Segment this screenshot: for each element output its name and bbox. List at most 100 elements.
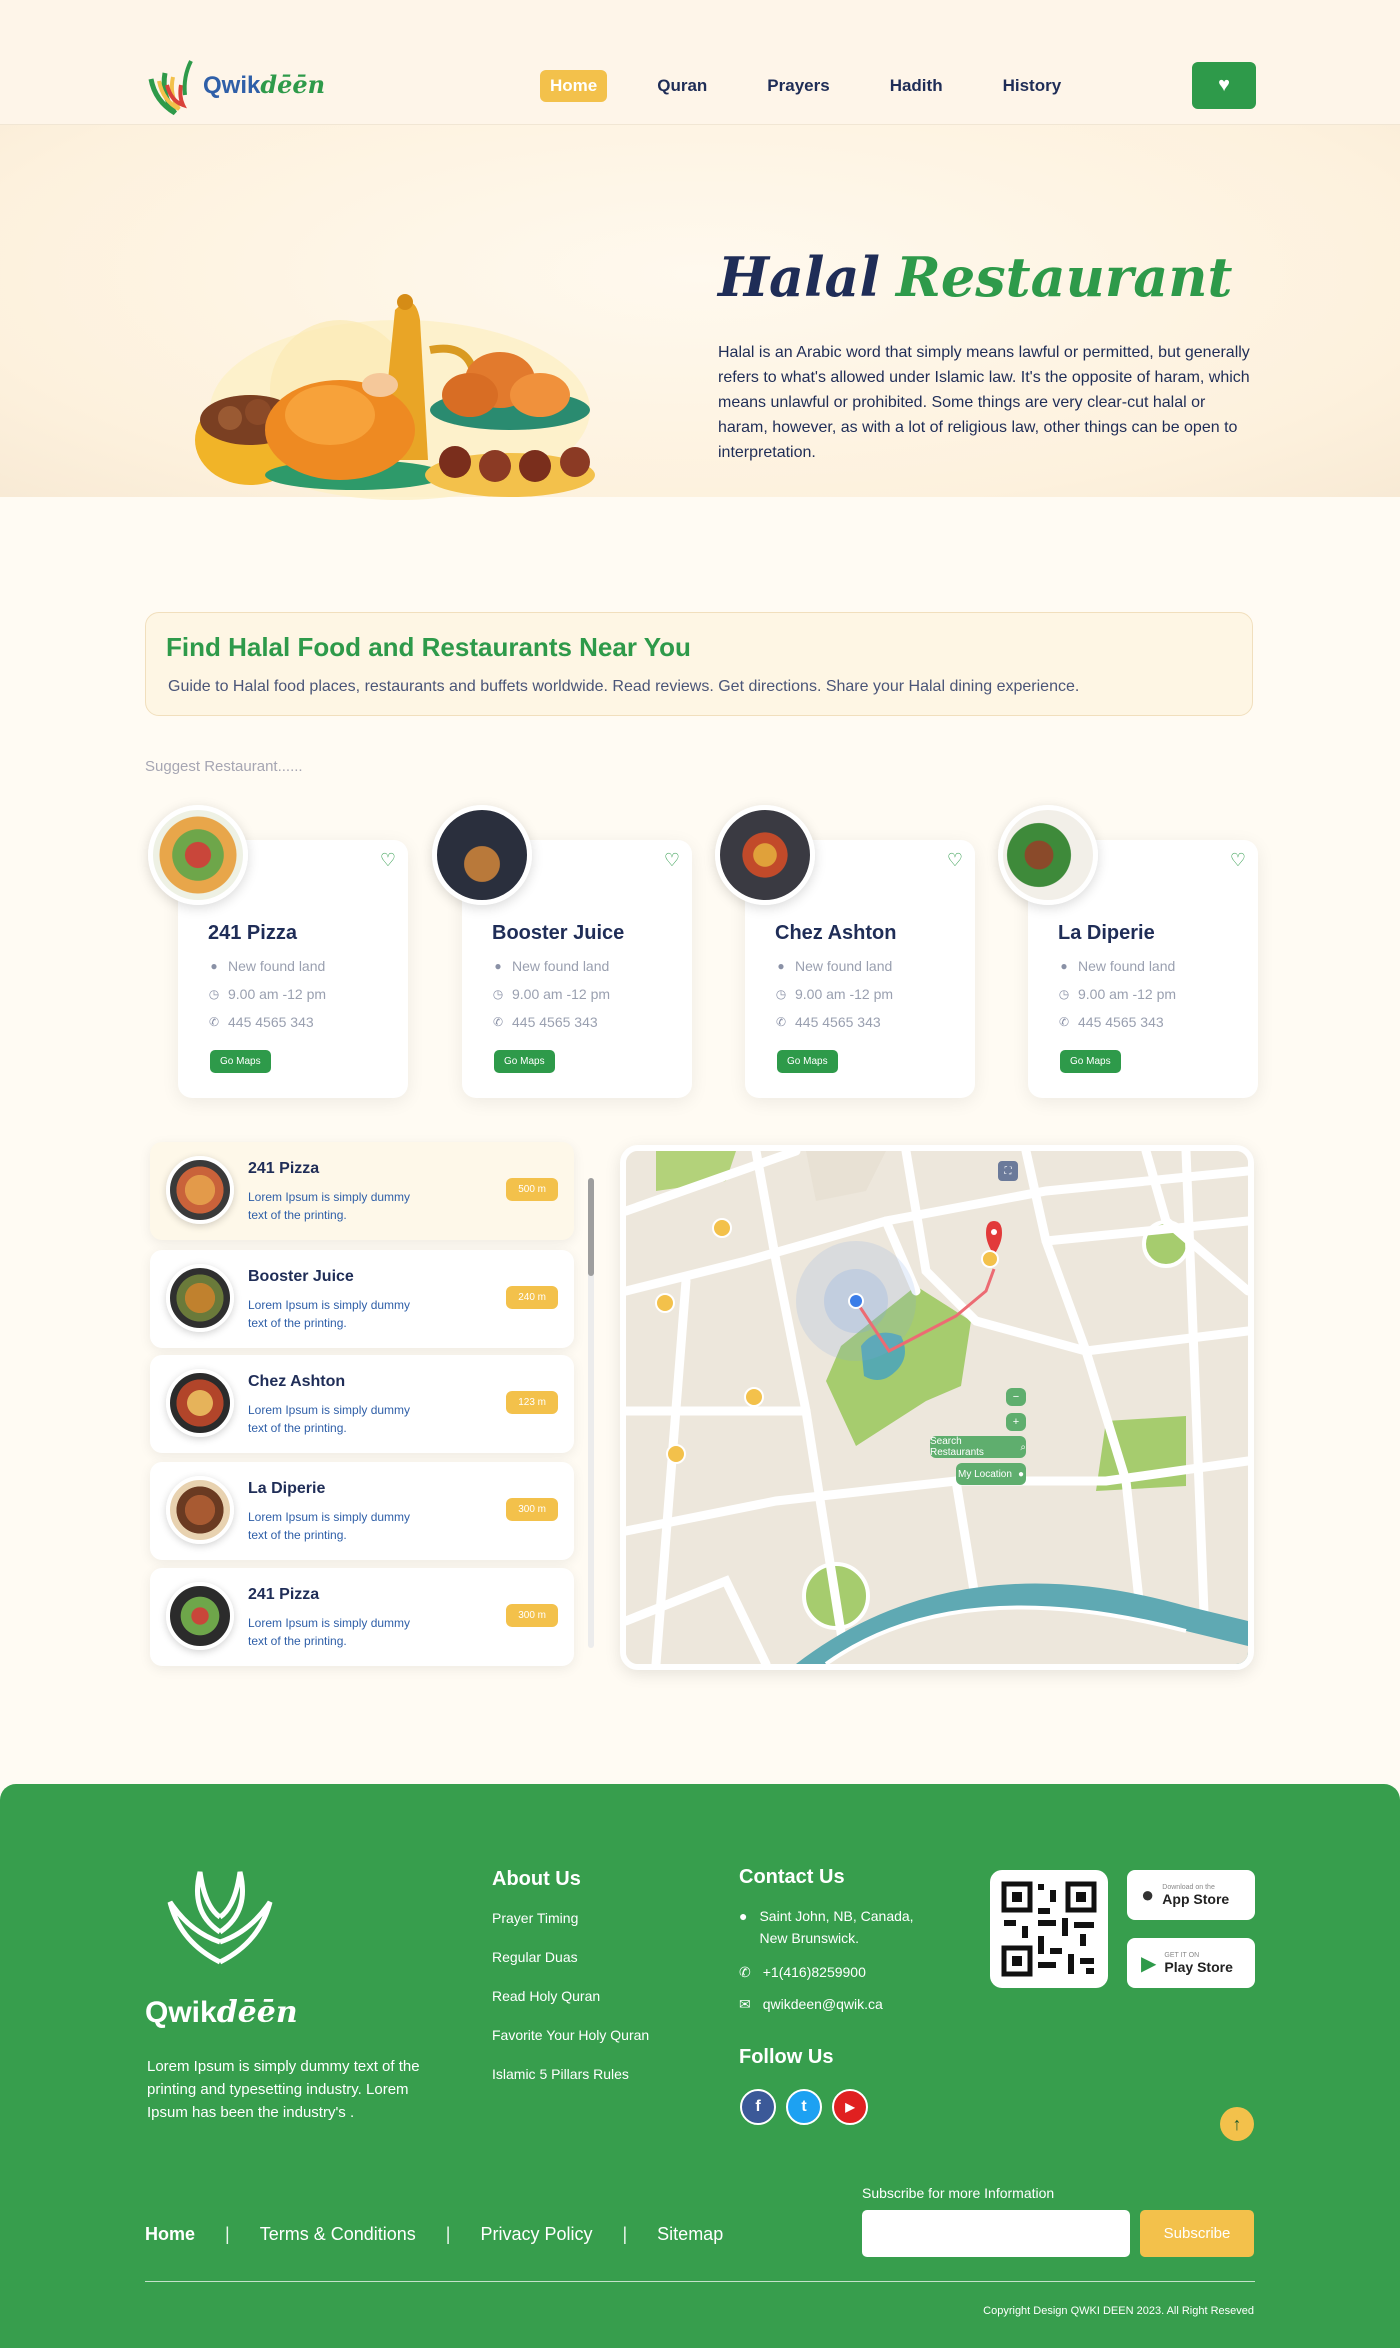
footer-nav-privacy[interactable]: Privacy Policy: [480, 2224, 592, 2245]
twitter-icon[interactable]: t: [786, 2089, 822, 2125]
favorites-button[interactable]: ♥: [1192, 62, 1256, 109]
contact-address-text: Saint John, NB, Canada, New Brunswick.: [759, 1908, 914, 1946]
card-phone: ✆ 445 4565 343: [208, 1014, 314, 1030]
nav-home[interactable]: Home: [540, 70, 608, 102]
logo-mark-icon: [148, 60, 193, 116]
zoom-out-button[interactable]: −: [1006, 1388, 1026, 1406]
nav-separator: |: [622, 2224, 628, 2244]
heart-outline-icon[interactable]: ♡: [380, 850, 396, 871]
card-phone: ✆ 445 4565 343: [775, 1014, 881, 1030]
app-store-button[interactable]: ● Download on the App Store: [1127, 1870, 1255, 1920]
play-store-button[interactable]: ▶ GET IT ON Play Store: [1127, 1938, 1255, 1988]
go-maps-button[interactable]: Go Maps: [494, 1050, 555, 1073]
nav-prayers[interactable]: Prayers: [757, 70, 839, 102]
logo-text-part1: Qwik: [203, 72, 261, 99]
play-store-small-label: GET IT ON: [1164, 1951, 1200, 1959]
footer-link[interactable]: Read Holy Quran: [492, 1988, 600, 2004]
list-food-image: [166, 1476, 234, 1544]
find-subtitle: Guide to Halal food places, restaurants …: [168, 678, 1080, 695]
hero-title-part2: Restaurant: [896, 245, 1233, 309]
list-scroll-thumb[interactable]: [588, 1178, 594, 1276]
search-restaurants-button[interactable]: Search Restaurants ⌕: [930, 1436, 1026, 1458]
list-item[interactable]: 241 Pizza Lorem Ipsum is simply dummy te…: [150, 1142, 574, 1240]
card-hours-text: 9.00 am -12 pm: [1078, 986, 1177, 1002]
card-address-text: New found land: [512, 958, 610, 974]
card-hours-text: 9.00 am -12 pm: [228, 986, 327, 1002]
hero-title-part1: Halal: [718, 245, 881, 309]
apple-icon: ●: [1141, 1882, 1155, 1907]
card-name: 241 Pizza: [208, 922, 297, 944]
my-location-label: My Location: [958, 1468, 1012, 1480]
card-phone-text: 445 4565 343: [512, 1014, 598, 1030]
zoom-out-label: −: [1012, 1391, 1020, 1403]
heart-outline-icon[interactable]: ♡: [1230, 850, 1246, 871]
go-maps-button[interactable]: Go Maps: [210, 1050, 271, 1073]
list-item[interactable]: 241 Pizza Lorem Ipsum is simply dummy te…: [150, 1568, 574, 1666]
mail-icon: ✉: [739, 1996, 751, 2012]
clock-icon: ◷: [775, 987, 787, 1001]
logo-text-part2: dēēn: [260, 70, 326, 99]
card-food-image: [148, 805, 248, 905]
list-item[interactable]: Booster Juice Lorem Ipsum is simply dumm…: [150, 1250, 574, 1348]
list-item-name: Booster Juice: [248, 1268, 354, 1285]
list-food-image: [166, 1369, 234, 1437]
footer-link[interactable]: Favorite Your Holy Quran: [492, 2027, 649, 2043]
list-item-name: 241 Pizza: [248, 1160, 320, 1177]
footer-nav-sitemap[interactable]: Sitemap: [657, 2224, 723, 2245]
footer-link[interactable]: Prayer Timing: [492, 1910, 578, 1926]
play-store-icon: ▶: [1141, 1952, 1157, 1975]
card-hours: ◷ 9.00 am -12 pm: [1058, 986, 1176, 1002]
facebook-icon[interactable]: f: [740, 2089, 776, 2125]
footer-nav-home[interactable]: Home: [145, 2224, 195, 2245]
list-item[interactable]: Chez Ashton Lorem Ipsum is simply dummy …: [150, 1355, 574, 1453]
go-maps-button[interactable]: Go Maps: [1060, 1050, 1121, 1073]
subscribe-button[interactable]: Subscribe: [1140, 2210, 1254, 2257]
footer-nav-terms[interactable]: Terms & Conditions: [260, 2224, 416, 2245]
copyright-text: Copyright Design QWKI DEEN 2023. All Rig…: [983, 2305, 1254, 2317]
fullscreen-icon[interactable]: ⛶: [998, 1161, 1018, 1181]
contact-address: ● Saint John, NB, Canada, New Brunswick.: [739, 1905, 939, 1949]
social-links: f t ▶: [740, 2089, 868, 2125]
location-pin-icon: ●: [1060, 959, 1068, 973]
youtube-icon[interactable]: ▶: [832, 2089, 868, 2125]
clock-icon: ◷: [208, 987, 220, 1001]
my-location-button[interactable]: My Location ●: [956, 1463, 1026, 1485]
card-phone: ✆ 445 4565 343: [1058, 1014, 1164, 1030]
card-name: Chez Ashton: [775, 922, 897, 944]
nav-quran[interactable]: Quran: [647, 70, 717, 102]
suggest-label: Suggest Restaurant......: [145, 758, 303, 775]
card-address: ● New found land: [208, 958, 325, 974]
card-hours-text: 9.00 am -12 pm: [795, 986, 894, 1002]
footer-description: Lorem Ipsum is simply dummy text of the …: [147, 2058, 420, 2121]
app-store-label: App Store: [1162, 1890, 1230, 1907]
nav-hadith[interactable]: Hadith: [880, 70, 953, 102]
heart-outline-icon[interactable]: ♡: [664, 850, 680, 871]
main-nav: Home Quran Prayers Hadith History: [540, 70, 1071, 102]
clock-icon: ◷: [492, 987, 504, 1001]
nav-history[interactable]: History: [993, 70, 1072, 102]
subscribe-label: Subscribe for more Information: [862, 2185, 1055, 2201]
footer-link[interactable]: Regular Duas: [492, 1949, 578, 1965]
distance-badge: 500 m: [506, 1178, 558, 1201]
scroll-to-top-button[interactable]: ↑: [1220, 2107, 1254, 2141]
go-maps-button[interactable]: Go Maps: [777, 1050, 838, 1073]
subscribe-email-input[interactable]: [862, 2210, 1130, 2257]
about-title: About Us: [492, 1868, 581, 1890]
card-hours-text: 9.00 am -12 pm: [512, 986, 611, 1002]
list-item[interactable]: La Diperie Lorem Ipsum is simply dummy t…: [150, 1462, 574, 1560]
list-item-name: Chez Ashton: [248, 1373, 346, 1390]
card-address: ● New found land: [775, 958, 892, 974]
card-phone-text: 445 4565 343: [1078, 1014, 1164, 1030]
heart-outline-icon[interactable]: ♡: [947, 850, 963, 871]
map-canvas[interactable]: [626, 1151, 1248, 1664]
zoom-in-button[interactable]: +: [1006, 1413, 1026, 1431]
card-food-image: [998, 805, 1098, 905]
contact-phone-text: +1(416)8259900: [762, 1964, 866, 1980]
footer-link[interactable]: Islamic 5 Pillars Rules: [492, 2066, 629, 2082]
phone-icon: ✆: [492, 1015, 504, 1029]
site-logo[interactable]: Qwikdēēn: [145, 50, 335, 120]
list-food-image: [166, 1582, 234, 1650]
card-phone: ✆ 445 4565 343: [492, 1014, 598, 1030]
hero-title: Halal Restaurant: [718, 245, 1233, 309]
map-view[interactable]: ⛶ − + Search Restaurants ⌕ My Location ●: [620, 1145, 1254, 1670]
